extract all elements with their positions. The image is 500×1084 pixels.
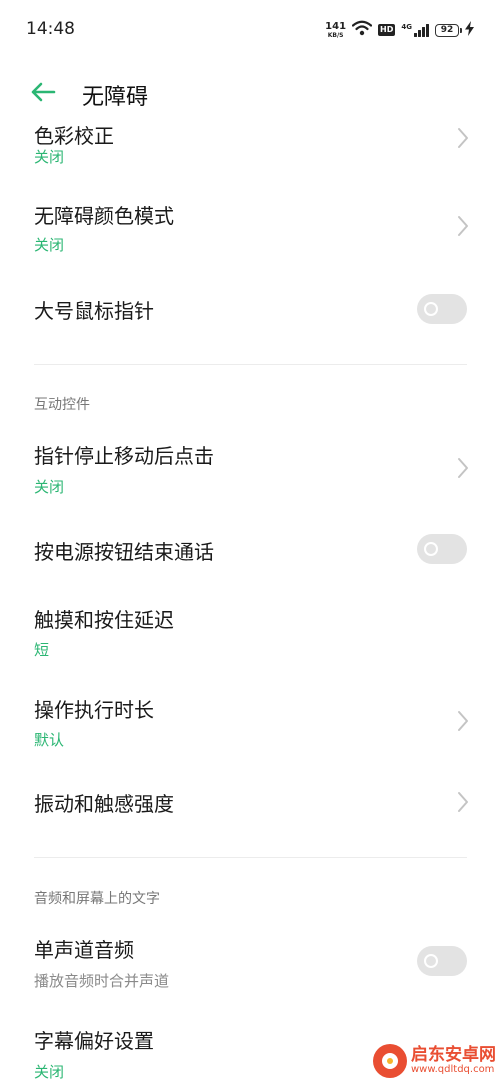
title-bar: 无障碍 bbox=[0, 62, 500, 126]
charging-icon bbox=[465, 20, 474, 40]
setting-action-duration[interactable]: 操作执行时长 默认 bbox=[0, 680, 500, 766]
chevron-right-icon bbox=[458, 458, 468, 478]
watermark-text: 启东安卓网 www.qdltdq.com bbox=[411, 1044, 496, 1075]
divider bbox=[34, 857, 467, 858]
setting-touch-hold-delay[interactable]: 触摸和按住延迟 短 bbox=[0, 590, 500, 676]
setting-title: 单声道音频 bbox=[34, 938, 134, 962]
network-type: 4G bbox=[401, 22, 412, 31]
setting-title: 字幕偏好设置 bbox=[34, 1029, 154, 1053]
setting-title: 振动和触感强度 bbox=[34, 792, 174, 816]
setting-subtitle: 关闭 bbox=[34, 478, 65, 496]
wifi-icon bbox=[351, 20, 373, 40]
network-speed: 141 KB/S bbox=[325, 20, 347, 39]
status-bar: 14:48 141 KB/S HD 4G 92 bbox=[0, 0, 500, 62]
watermark-name: 启东安卓网 bbox=[411, 1044, 496, 1065]
setting-subtitle: 关闭 bbox=[34, 236, 65, 254]
section-header-audio-text: 音频和屏幕上的文字 bbox=[34, 891, 160, 907]
network-speed-unit: KB/S bbox=[327, 31, 344, 39]
chevron-right-icon bbox=[458, 128, 468, 148]
signal-icon: 4G bbox=[401, 22, 429, 37]
watermark-logo-icon bbox=[373, 1044, 407, 1078]
chevron-right-icon bbox=[458, 216, 468, 236]
status-icons: 141 KB/S HD 4G 92 bbox=[325, 20, 474, 40]
toggle-switch[interactable] bbox=[417, 534, 467, 564]
setting-title: 操作执行时长 bbox=[34, 698, 154, 722]
divider bbox=[34, 364, 467, 365]
chevron-right-icon bbox=[458, 792, 468, 812]
setting-subtitle: 关闭 bbox=[34, 148, 65, 166]
setting-subtitle: 播放音频时合并声道 bbox=[34, 972, 170, 990]
hd-badge: HD bbox=[378, 24, 396, 36]
setting-power-button-ends-call[interactable]: 按电源按钮结束通话 bbox=[0, 516, 500, 588]
setting-title: 按电源按钮结束通话 bbox=[34, 540, 214, 564]
setting-title: 指针停止移动后点击 bbox=[34, 444, 214, 468]
network-speed-value: 141 bbox=[325, 20, 347, 32]
back-button[interactable] bbox=[28, 80, 58, 108]
toggle-switch[interactable] bbox=[417, 294, 467, 324]
setting-click-after-pointer-stops[interactable]: 指针停止移动后点击 关闭 bbox=[0, 426, 500, 512]
setting-title: 触摸和按住延迟 bbox=[34, 608, 174, 632]
setting-mono-audio[interactable]: 单声道音频 播放音频时合并声道 bbox=[0, 920, 500, 1006]
watermark: 启东安卓网 www.qdltdq.com bbox=[373, 1044, 496, 1078]
toggle-knob bbox=[424, 542, 438, 556]
arrow-left-icon bbox=[30, 81, 56, 107]
setting-title: 无障碍颜色模式 bbox=[34, 204, 174, 228]
chevron-right-icon bbox=[458, 711, 468, 731]
section-header-interaction-controls: 互动控件 bbox=[34, 397, 90, 413]
setting-subtitle: 关闭 bbox=[34, 1063, 65, 1081]
toggle-knob bbox=[424, 302, 438, 316]
setting-subtitle: 默认 bbox=[34, 731, 65, 749]
setting-vibration-haptic-strength[interactable]: 振动和触感强度 bbox=[0, 770, 500, 842]
setting-accessibility-color-mode[interactable]: 无障碍颜色模式 关闭 bbox=[0, 184, 500, 270]
status-time: 14:48 bbox=[26, 19, 75, 39]
page-title: 无障碍 bbox=[82, 85, 149, 110]
setting-title: 大号鼠标指针 bbox=[34, 299, 154, 323]
watermark-url: www.qdltdq.com bbox=[411, 1063, 495, 1075]
toggle-switch[interactable] bbox=[417, 946, 467, 976]
setting-large-mouse-pointer[interactable]: 大号鼠标指针 bbox=[0, 274, 500, 346]
battery-icon: 92 bbox=[435, 23, 462, 37]
toggle-knob bbox=[424, 954, 438, 968]
setting-subtitle: 短 bbox=[34, 641, 50, 659]
battery-level: 92 bbox=[440, 25, 454, 35]
